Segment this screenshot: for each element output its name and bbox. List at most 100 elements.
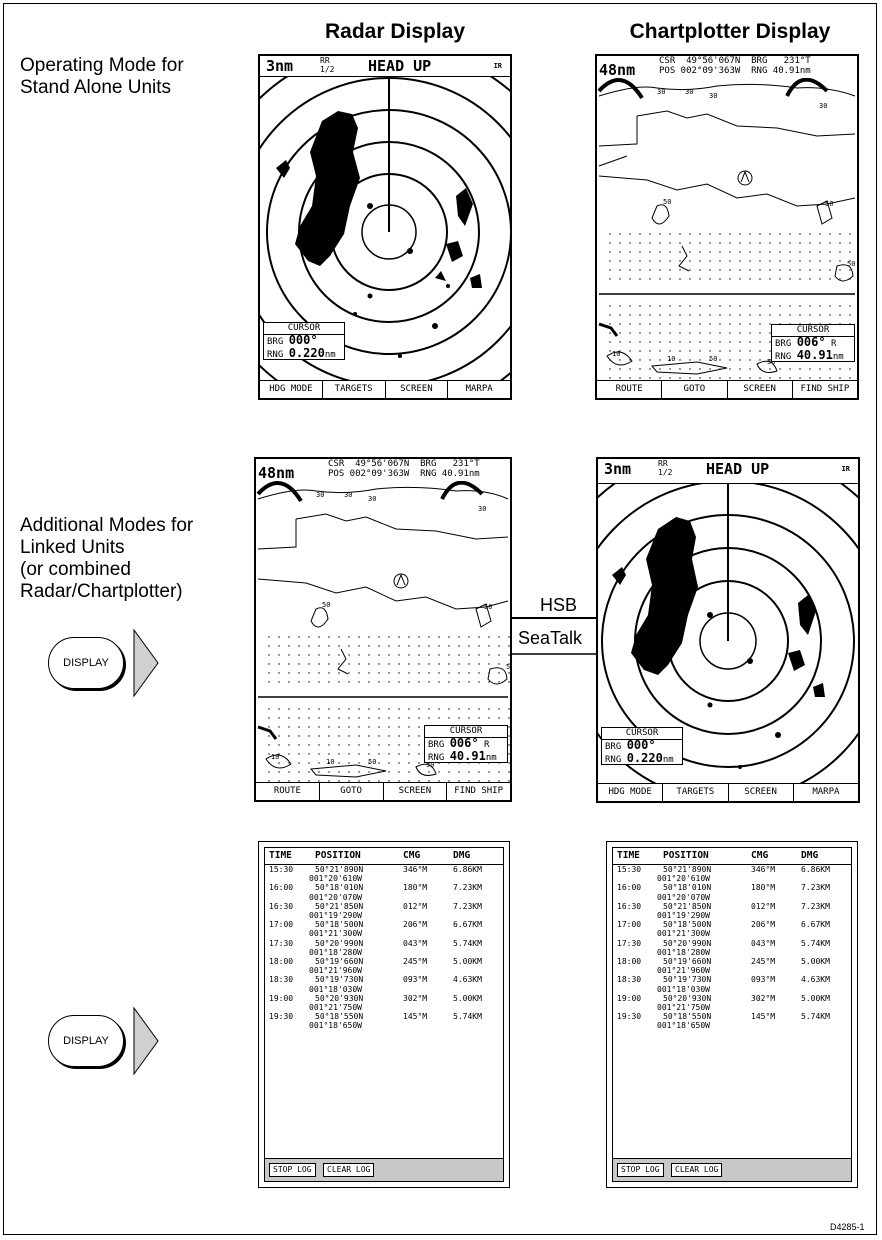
depth-label: 30 bbox=[819, 102, 827, 110]
log-cell-cmg: 093°M bbox=[403, 975, 428, 985]
log-cell-lat: 50°19'660N bbox=[315, 957, 364, 967]
depth-label: 50 bbox=[847, 260, 855, 268]
depth-label: 30 bbox=[344, 491, 352, 499]
softkey-screen[interactable]: SCREEN bbox=[386, 381, 449, 398]
softkey-clear-log[interactable]: CLEAR LOG bbox=[323, 1163, 375, 1177]
log-cell-dmg: 5.74KM bbox=[453, 1012, 482, 1022]
softkey-hdg-mode[interactable]: HDG MODE bbox=[260, 381, 323, 398]
chart-status-bar-linked: 48nm CSR 49°56'067N BRG 231°T POS 002°09'… bbox=[256, 459, 510, 482]
log-row: 15:30 50°21'890N 346°M 6.86KM bbox=[613, 865, 851, 874]
log-cell-lon: 001°20'610W bbox=[657, 874, 710, 884]
radar-cursor-box: CURSOR BRG 000° RNG 0.220nm bbox=[263, 322, 345, 360]
log-cell-lon: 001°20'610W bbox=[309, 874, 362, 884]
softkey-goto[interactable]: GOTO bbox=[662, 381, 728, 398]
softkey-marpa[interactable]: MARPA bbox=[448, 381, 510, 398]
chart-screen-standalone: 30 30 30 30 50 50 50 10 10 50 50 48nm CSR 49°56'06… bbox=[595, 54, 859, 400]
chartplotter-display-heading: Chartplotter Display bbox=[629, 20, 831, 43]
radar-status-bar-linked: 3nm RR 1/2 HEAD UP IR bbox=[598, 459, 858, 484]
seatalk-label: SeaTalk bbox=[518, 628, 583, 648]
depth-label: 30 bbox=[478, 505, 486, 513]
linked-mode-label: Additional Modes for Linked Units (or co… bbox=[20, 515, 194, 602]
softkey-goto[interactable]: GOTO bbox=[320, 783, 384, 800]
log-cell-lon: 001°18'650W bbox=[657, 1021, 710, 1031]
softkey-find-ship[interactable]: FIND SHIP bbox=[447, 783, 510, 800]
depth-label: 30 bbox=[316, 491, 324, 499]
log-cell-lon: 001°18'280W bbox=[657, 947, 710, 957]
log-header-cmg: CMG bbox=[403, 850, 421, 861]
radar-range: 3nm bbox=[604, 460, 632, 478]
depth-label: 30 bbox=[657, 88, 665, 96]
log-cell-time: 16:30 bbox=[269, 901, 294, 911]
log-rows: 15:30 50°21'890N 346°M 6.86KM 001°20'610W 16:… bbox=[265, 865, 503, 1031]
radar-screen-standalone: 3nm RR 1/2 HEAD UP IR CURSOR BRG 000° RNG… bbox=[258, 54, 512, 400]
log-cell-time: 18:00 bbox=[617, 957, 642, 967]
chart-cursor-box-linked: CURSOR BRG 006° R RNG 40.91nm bbox=[424, 725, 508, 763]
log-cell-dmg: 5.00KM bbox=[453, 993, 482, 1003]
log-row-longitude: 001°18'650W bbox=[613, 1021, 851, 1030]
depth-label: 50 bbox=[709, 355, 717, 363]
log-cell-time: 17:30 bbox=[617, 938, 642, 948]
depth-label: 10 bbox=[667, 355, 675, 363]
log-row-longitude: 001°19'290W bbox=[265, 911, 503, 920]
log-row: 19:30 50°18'550N 145°M 5.74KM bbox=[265, 1012, 503, 1021]
softkey-stop-log[interactable]: STOP LOG bbox=[269, 1163, 316, 1177]
softkey-stop-log[interactable]: STOP LOG bbox=[617, 1163, 664, 1177]
log-row: 16:30 50°21'850N 012°M 7.23KM bbox=[613, 902, 851, 911]
log-header-cmg: CMG bbox=[751, 850, 769, 861]
depth-label: 50 bbox=[825, 200, 833, 208]
radar-screen-linked: 3nm RR 1/2 HEAD UP IR CURSOR BRG 000° RNG… bbox=[596, 457, 860, 803]
arrow-right-icon bbox=[133, 1006, 159, 1076]
depth-label: 10 bbox=[612, 350, 620, 358]
softkey-screen[interactable]: SCREEN bbox=[729, 784, 794, 801]
display-button[interactable]: DISPLAY bbox=[48, 1015, 124, 1067]
log-cell-cmg: 180°M bbox=[403, 883, 428, 893]
softkey-hdg-mode[interactable]: HDG MODE bbox=[598, 784, 664, 801]
softkey-find-ship[interactable]: FIND SHIP bbox=[793, 381, 857, 398]
log-cell-lat: 50°18'500N bbox=[663, 920, 712, 930]
log-row: 18:30 50°19'730N 093°M 4.63KM bbox=[265, 975, 503, 984]
log-cell-lon: 001°21'750W bbox=[657, 1003, 710, 1013]
log-row: 16:00 50°18'010N 180°M 7.23KM bbox=[613, 883, 851, 892]
log-cell-lat: 50°20'990N bbox=[663, 938, 712, 948]
log-cell-cmg: 346°M bbox=[751, 865, 776, 874]
log-row: 17:30 50°20'990N 043°M 5.74KM bbox=[613, 939, 851, 948]
arrow-right-icon bbox=[133, 628, 159, 698]
log-cell-cmg: 302°M bbox=[403, 993, 428, 1003]
display-button[interactable]: DISPLAY bbox=[48, 637, 124, 689]
log-row-longitude: 001°20'070W bbox=[613, 893, 851, 902]
log-cell-time: 16:30 bbox=[617, 901, 642, 911]
log-cell-cmg: 346°M bbox=[403, 865, 428, 874]
softkey-route[interactable]: ROUTE bbox=[256, 783, 320, 800]
log-cell-time: 19:00 bbox=[617, 993, 642, 1003]
softkey-marpa[interactable]: MARPA bbox=[794, 784, 858, 801]
softkey-targets[interactable]: TARGETS bbox=[663, 784, 729, 801]
log-cell-dmg: 5.00KM bbox=[801, 993, 830, 1003]
softkey-targets[interactable]: TARGETS bbox=[323, 381, 386, 398]
softkey-route[interactable]: ROUTE bbox=[597, 381, 663, 398]
chart-cursor-info: CSR 49°56'067N BRG 231°T POS 002°09'363W … bbox=[328, 459, 480, 479]
softkey-screen[interactable]: SCREEN bbox=[384, 783, 448, 800]
log-cell-lon: 001°20'070W bbox=[657, 892, 710, 902]
log-cell-lat: 50°18'550N bbox=[315, 1012, 364, 1022]
radar-mode: HEAD UP bbox=[706, 460, 770, 478]
log-screen-left: TIME POSITION CMG DMG 15:30 50°21'890N 346… bbox=[258, 841, 510, 1188]
log-row: 18:00 50°19'660N 245°M 5.00KM bbox=[265, 957, 503, 966]
log-cell-cmg: 245°M bbox=[751, 957, 776, 967]
radar-display-heading: Radar Display bbox=[324, 20, 466, 43]
radar-cursor-box-linked: CURSOR BRG 000° RNG 0.220nm bbox=[601, 727, 683, 765]
log-cell-time: 17:30 bbox=[269, 938, 294, 948]
log-cell-time: 19:30 bbox=[269, 1012, 294, 1022]
radar-status-bar: 3nm RR 1/2 HEAD UP IR bbox=[260, 56, 510, 77]
log-cell-lon: 001°21'300W bbox=[657, 929, 710, 939]
depth-label: 30 bbox=[709, 92, 717, 100]
log-row-longitude: 001°18'030W bbox=[613, 985, 851, 994]
log-cell-lat: 50°20'930N bbox=[663, 993, 712, 1003]
radar-softkeys-linked: HDG MODE TARGETS SCREEN MARPA bbox=[598, 783, 858, 801]
log-cell-lat: 50°21'850N bbox=[663, 901, 712, 911]
log-row: 19:30 50°18'550N 145°M 5.74KM bbox=[613, 1012, 851, 1021]
log-cell-cmg: 180°M bbox=[751, 883, 776, 893]
log-header-row: TIME POSITION CMG DMG bbox=[613, 848, 851, 865]
softkey-screen[interactable]: SCREEN bbox=[728, 381, 793, 398]
softkey-clear-log[interactable]: CLEAR LOG bbox=[671, 1163, 723, 1177]
log-cell-dmg: 5.74KM bbox=[801, 1012, 830, 1022]
